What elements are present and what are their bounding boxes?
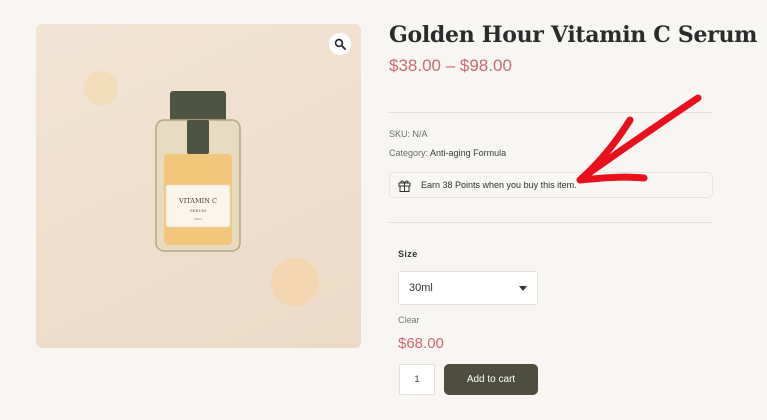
points-text: Earn 38 Points when you buy this item.	[421, 180, 577, 190]
gift-icon	[398, 179, 411, 192]
bottle-label-volume: 30ml	[194, 217, 202, 221]
bottle-label-subtitle: SERUM	[190, 208, 206, 213]
category-link[interactable]: Anti-aging Formula	[430, 148, 506, 158]
quantity-input[interactable]: 1	[399, 364, 435, 395]
price-range: $38.00 – $98.00	[389, 56, 512, 75]
bottle-label-title: VITAMIN C	[178, 197, 217, 205]
magnifier-icon	[334, 38, 346, 50]
divider	[389, 222, 713, 223]
size-select-value: 30ml	[409, 282, 433, 294]
caret-down-icon	[519, 285, 527, 291]
zoom-button[interactable]	[329, 33, 351, 55]
category-label: Category:	[389, 148, 429, 158]
category-meta: Category: Anti-aging Formula	[389, 148, 506, 158]
variant-price: $68.00	[398, 335, 444, 352]
sku-label: SKU:	[389, 129, 411, 139]
product-title: Golden Hour Vitamin C Serum	[389, 22, 758, 48]
serum-bottle-illustration: VITAMIN C SERUM 30ml	[84, 71, 319, 306]
size-select[interactable]: 30ml	[398, 271, 538, 305]
annotation-arrow-icon	[576, 94, 702, 184]
sku-meta: SKU: N/A	[389, 129, 428, 139]
sku-value: N/A	[412, 129, 428, 139]
add-to-cart-button[interactable]: Add to cart	[444, 364, 538, 395]
product-image[interactable]: VITAMIN C SERUM 30ml	[36, 24, 361, 348]
clear-link[interactable]: Clear	[398, 315, 420, 325]
size-label: Size	[398, 249, 418, 259]
